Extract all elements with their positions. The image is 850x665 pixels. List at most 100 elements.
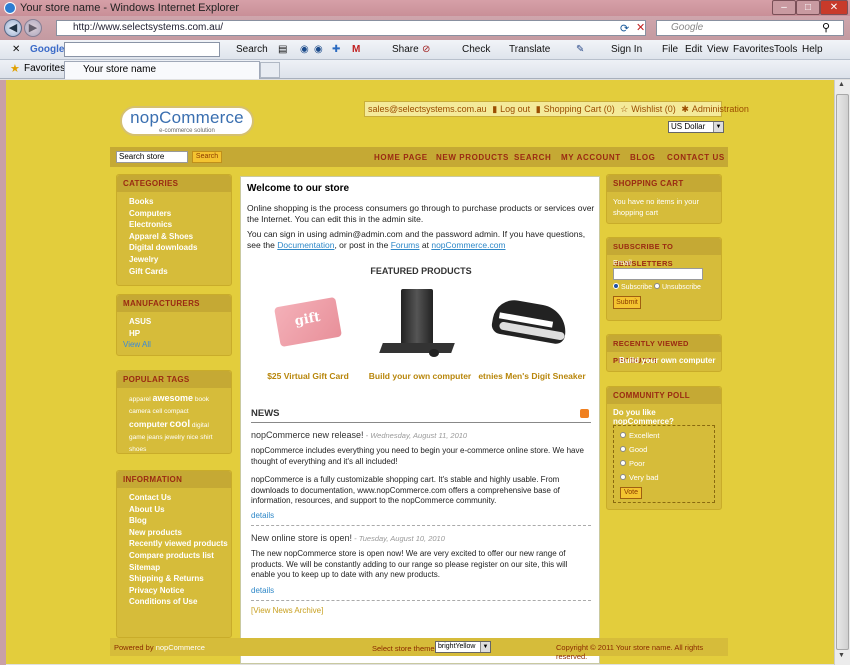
toolbar-signin-button[interactable]: Sign In: [611, 43, 642, 57]
rss-icon[interactable]: [580, 409, 589, 418]
tag-game[interactable]: game: [129, 434, 145, 441]
unsubscribe-radio[interactable]: [654, 283, 661, 289]
category-digital[interactable]: Digital downloads: [129, 242, 231, 254]
category-computers[interactable]: Computers: [129, 208, 231, 220]
manufacturers-view-all[interactable]: View All: [123, 339, 231, 351]
tag-jewelry[interactable]: jewelry: [164, 434, 184, 441]
category-jewelry[interactable]: Jewelry: [129, 254, 231, 266]
desktop-computer-image[interactable]: [379, 287, 455, 363]
minimize-button[interactable]: –: [772, 0, 796, 15]
scroll-up-icon[interactable]: ▲: [838, 81, 845, 88]
sneaker-image[interactable]: [490, 296, 570, 349]
scroll-down-icon[interactable]: ▼: [838, 652, 845, 659]
info-compare[interactable]: Compare products list: [129, 550, 231, 562]
address-bar[interactable]: http://www.selectsystems.com.au/: [56, 20, 646, 36]
tag-digital[interactable]: digital: [192, 422, 209, 429]
menu-view[interactable]: View: [707, 43, 729, 57]
poll-option-poor[interactable]: Poor: [620, 457, 714, 471]
forward-icon[interactable]: ▶: [24, 19, 42, 37]
favorites-star-icon[interactable]: ★: [10, 62, 20, 75]
info-blog[interactable]: Blog: [129, 515, 231, 527]
menu-tools[interactable]: Tools: [774, 43, 797, 57]
product-name-computer[interactable]: Build your own computer: [365, 371, 475, 381]
news-item-2-title[interactable]: New online store is open!: [251, 533, 352, 543]
favorites-button[interactable]: Favorites: [24, 63, 65, 74]
tag-shirt[interactable]: shirt: [200, 434, 212, 441]
category-giftcards[interactable]: Gift Cards: [129, 266, 231, 278]
tag-computer[interactable]: computer: [129, 419, 168, 429]
newsletter-email-field[interactable]: [613, 268, 703, 280]
currency-select[interactable]: US Dollar ▼: [668, 121, 724, 133]
store-search-input[interactable]: Search store: [116, 151, 188, 163]
news-item-2-details[interactable]: details: [251, 586, 599, 597]
tag-book[interactable]: book: [195, 396, 209, 403]
new-tab-button[interactable]: [260, 62, 280, 78]
toolbar-share-button[interactable]: Share: [392, 43, 419, 57]
toolbar-globe-icon[interactable]: ◉: [314, 43, 323, 57]
category-books[interactable]: Books: [129, 196, 231, 208]
category-electronics[interactable]: Electronics: [129, 219, 231, 231]
info-recently-viewed[interactable]: Recently viewed products: [129, 538, 231, 550]
browser-search-input[interactable]: Google: [656, 20, 844, 36]
product-name-sneaker[interactable]: etnies Men's Digit Sneaker: [477, 371, 587, 381]
documentation-link[interactable]: Documentation: [277, 240, 334, 250]
menu-help[interactable]: Help: [802, 43, 823, 57]
tag-shoes[interactable]: shoes: [129, 446, 146, 453]
manufacturer-hp[interactable]: HP: [129, 328, 231, 340]
gift-card-image[interactable]: gift: [273, 296, 343, 348]
category-apparel[interactable]: Apparel & Shoes: [129, 231, 231, 243]
toolbar-translate-button[interactable]: Translate: [509, 43, 550, 57]
tag-nice[interactable]: nice: [186, 434, 198, 441]
menu-contact-us[interactable]: CONTACT US: [667, 153, 725, 162]
back-icon[interactable]: ◀: [4, 19, 22, 37]
toolbar-add-icon[interactable]: ✚: [332, 43, 340, 57]
poll-vote-button[interactable]: Vote: [620, 487, 642, 499]
header-link-logout[interactable]: Log out: [500, 104, 530, 114]
menu-my-account[interactable]: MY ACCOUNT: [561, 153, 621, 162]
forums-link[interactable]: Forums: [391, 240, 420, 250]
tag-compact[interactable]: compact: [164, 408, 189, 415]
store-logo[interactable]: nopCommerce e-commerce solution: [120, 106, 254, 136]
tag-awesome[interactable]: awesome: [153, 393, 194, 403]
toolbar-gmail-icon[interactable]: M: [352, 43, 360, 57]
menu-favorites[interactable]: Favorites: [733, 43, 774, 57]
info-conditions[interactable]: Conditions of Use: [129, 596, 231, 608]
header-link-email[interactable]: sales@selectsystems.com.au: [368, 104, 487, 114]
newsletter-submit-button[interactable]: Submit: [613, 296, 641, 309]
tag-jeans[interactable]: jeans: [147, 434, 163, 441]
header-link-wishlist[interactable]: Wishlist (0): [631, 104, 676, 114]
refresh-icon[interactable]: ⟳: [620, 22, 629, 35]
tag-apparel[interactable]: apparel: [129, 396, 151, 403]
info-about-us[interactable]: About Us: [129, 504, 231, 516]
maximize-button[interactable]: □: [796, 0, 820, 15]
browser-tab[interactable]: Your store name: [64, 61, 260, 79]
tag-camera[interactable]: camera: [129, 408, 151, 415]
info-shipping[interactable]: Shipping & Returns: [129, 573, 231, 585]
tag-cool[interactable]: cool: [170, 419, 191, 430]
manufacturer-asus[interactable]: ASUS: [129, 316, 231, 328]
toolbar-bookmark-icon[interactable]: ▤: [278, 43, 287, 57]
toolbar-block-icon[interactable]: ⊘: [422, 43, 430, 57]
store-search-button[interactable]: Search: [192, 151, 222, 163]
toolbar-wrench-icon[interactable]: ✎: [576, 43, 584, 57]
menu-home-page[interactable]: HOME PAGE: [374, 153, 428, 162]
toolbar-news-icon[interactable]: ◉: [300, 43, 309, 57]
menu-search[interactable]: SEARCH: [514, 153, 551, 162]
header-link-cart[interactable]: Shopping Cart (0): [544, 104, 615, 114]
news-archive-link[interactable]: [View News Archive]: [251, 606, 599, 617]
header-link-admin[interactable]: Administration: [692, 104, 749, 114]
stop-icon[interactable]: ✕: [636, 21, 645, 34]
info-contact-us[interactable]: Contact Us: [129, 492, 231, 504]
news-item-1-details[interactable]: details: [251, 511, 599, 522]
news-item-1-title[interactable]: nopCommerce new release!: [251, 430, 364, 440]
info-sitemap[interactable]: Sitemap: [129, 562, 231, 574]
toolbar-check-button[interactable]: Check: [462, 43, 490, 57]
powered-by-link[interactable]: nopCommerce: [156, 643, 205, 652]
info-privacy[interactable]: Privacy Notice: [129, 585, 231, 597]
vertical-scrollbar[interactable]: ▲ ▼: [834, 80, 850, 665]
info-new-products[interactable]: New products: [129, 527, 231, 539]
poll-option-excellent[interactable]: Excellent: [620, 429, 714, 443]
google-search-field[interactable]: [64, 42, 220, 57]
theme-select[interactable]: brightYellow ▼: [435, 641, 491, 653]
nopcommerce-link[interactable]: nopCommerce.com: [431, 240, 505, 250]
